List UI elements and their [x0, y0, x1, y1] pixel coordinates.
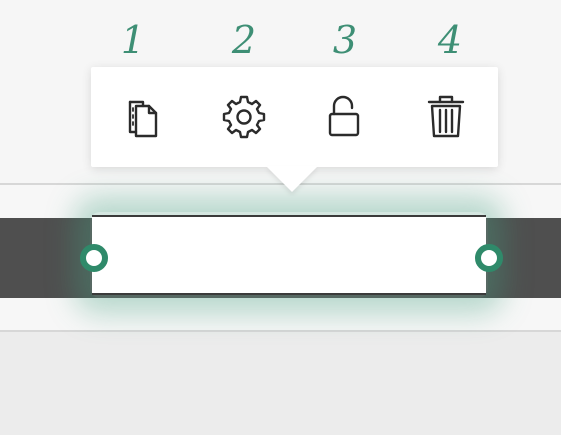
row-band-lower: [0, 298, 561, 330]
selected-element[interactable]: [92, 215, 486, 295]
element-context-toolbar: [91, 67, 498, 167]
lock-toggle-button[interactable]: [307, 79, 383, 155]
resize-handle-left[interactable]: [80, 244, 108, 272]
gear-icon: [217, 88, 271, 146]
settings-button[interactable]: [206, 79, 282, 155]
duplicate-button[interactable]: [105, 79, 181, 155]
annotation-label-3: 3: [332, 18, 358, 62]
duplicate-icon: [116, 88, 170, 146]
annotation-label-4: 4: [437, 18, 463, 62]
delete-button[interactable]: [408, 79, 484, 155]
toolbar-pointer-arrow: [266, 166, 318, 192]
trash-icon: [419, 88, 473, 146]
canvas-background-bottom: [0, 332, 561, 435]
annotation-label-1: 1: [120, 18, 146, 62]
annotation-label-2: 2: [231, 18, 257, 62]
resize-handle-right[interactable]: [475, 244, 503, 272]
unlock-icon: [318, 88, 372, 146]
